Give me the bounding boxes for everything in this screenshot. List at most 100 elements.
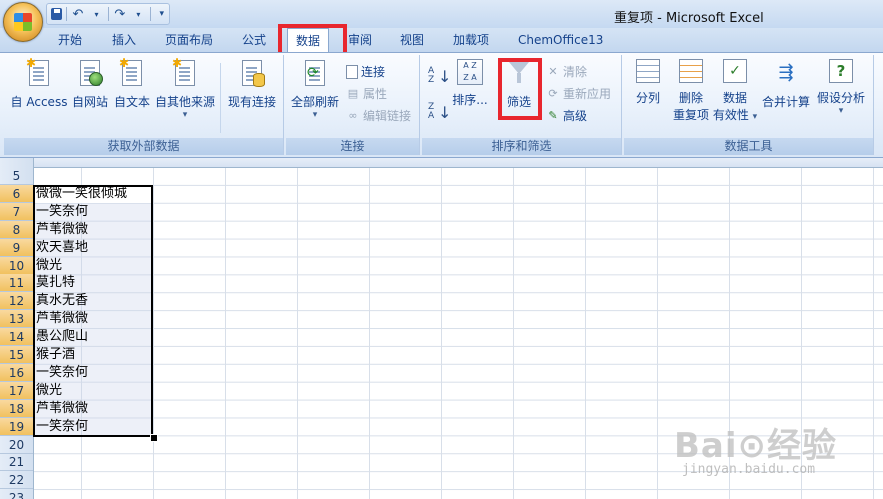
row-header[interactable]: 19 <box>0 417 33 436</box>
cell-a7[interactable]: 一笑奈何 <box>36 203 88 221</box>
from-web-button[interactable]: 自网站 <box>70 59 110 110</box>
filter-label: 筛选 <box>506 95 531 109</box>
row-header[interactable]: 22 <box>0 471 33 490</box>
what-if-analysis-button[interactable]: ? 假设分析 ▾ <box>814 59 868 116</box>
tab-review[interactable]: 审阅 <box>348 32 372 48</box>
tab-home[interactable]: 开始 <box>58 32 82 48</box>
ribbon: ✱ 自 Access 自网站 ✱ 自文本 ✱ 自其他来源 ▾ 现有连接 获取外部… <box>0 52 883 158</box>
spark-icon: ✱ <box>119 56 130 70</box>
from-access-button[interactable]: ✱ 自 Access <box>8 56 70 110</box>
save-icon[interactable] <box>51 8 62 20</box>
row-header[interactable]: 18 <box>0 399 33 418</box>
globe-icon <box>89 72 103 86</box>
connections-icon <box>346 64 358 79</box>
tab-view[interactable]: 视图 <box>400 32 424 48</box>
sort-button[interactable]: A ZZ A 排序... <box>450 59 490 108</box>
text-to-columns-button[interactable]: 分列 <box>628 59 668 106</box>
office-logo-icon <box>14 13 32 31</box>
undo-icon[interactable]: ↶ <box>71 6 85 22</box>
connections-button[interactable]: 连接 <box>346 63 385 80</box>
cell-a13[interactable]: 芦苇微微 <box>36 310 88 328</box>
cell-a16[interactable]: 一笑奈何 <box>36 364 88 382</box>
tab-chemoffice[interactable]: ChemOffice13 <box>518 32 603 48</box>
row-header[interactable]: 10 <box>0 256 33 275</box>
tab-add-ins[interactable]: 加载项 <box>453 32 489 48</box>
cell-a14[interactable]: 愚公爬山 <box>36 328 88 346</box>
from-web-label: 自网站 <box>71 95 108 109</box>
row-header[interactable]: 5 <box>0 167 33 185</box>
quick-access-toolbar: ↶ ▾ ↷ ▾ ▾ <box>46 3 170 25</box>
reapply-label: 重新应用 <box>563 87 612 101</box>
refresh-icon: ⟳ <box>307 65 319 81</box>
qat-separator <box>149 7 151 21</box>
sort-z-to-a-button[interactable]: Z A <box>428 103 434 121</box>
cell-a19[interactable]: 一笑奈何 <box>36 418 88 436</box>
data-validation-label-line1: 数据 <box>722 91 747 105</box>
dropdown-caret-icon: ▾ <box>182 110 188 120</box>
remove-duplicates-label-line2: 重复项 <box>672 108 709 122</box>
cell-a18[interactable]: 芦苇微微 <box>36 400 88 418</box>
sort-a-to-z-button[interactable]: A Z <box>428 67 434 85</box>
watermark-logo: Bai⊙经验 <box>674 426 838 466</box>
remove-duplicates-icon <box>679 59 703 83</box>
row-header[interactable]: 11 <box>0 274 33 293</box>
tab-page-layout[interactable]: 页面布局 <box>165 32 213 48</box>
row-header[interactable]: 13 <box>0 310 33 329</box>
row-header[interactable]: 23 <box>0 489 33 499</box>
row-header[interactable]: 16 <box>0 363 33 382</box>
row-header[interactable]: 7 <box>0 202 33 221</box>
sort-label: 排序... <box>452 93 488 107</box>
advanced-filter-button[interactable]: ✎ 高级 <box>546 107 587 124</box>
row-header[interactable]: 6 <box>0 184 33 203</box>
dropdown-caret-icon: ▾ <box>838 106 844 116</box>
reapply-button[interactable]: ⟳ 重新应用 <box>546 85 611 102</box>
from-other-sources-button[interactable]: ✱ 自其他来源 ▾ <box>154 56 216 120</box>
refresh-all-button[interactable]: ⟳ 全部刷新 ▾ <box>288 59 342 120</box>
clear-filter-button[interactable]: ✕ 清除 <box>546 63 587 80</box>
consolidate-icon: ⇶ <box>778 62 794 83</box>
redo-icon[interactable]: ↷ <box>113 6 127 22</box>
tab-data[interactable]: 数据 <box>287 28 330 53</box>
remove-duplicates-label-line1: 删除 <box>678 91 703 105</box>
watermark-url: jingyan.baidu.com <box>682 462 816 477</box>
remove-duplicates-button[interactable]: 删除 重复项 <box>668 59 714 123</box>
redo-dropdown-icon[interactable]: ▾ <box>131 6 145 22</box>
cell-a17[interactable]: 微光 <box>36 382 62 400</box>
fill-handle[interactable] <box>150 434 158 442</box>
tab-formulas[interactable]: 公式 <box>242 32 266 48</box>
cell-a11[interactable]: 莫扎特 <box>36 274 75 292</box>
existing-connections-button[interactable]: 现有连接 <box>224 59 280 110</box>
row-header[interactable]: 21 <box>0 453 33 472</box>
customize-qat-icon[interactable]: ▾ <box>155 6 169 22</box>
row-header[interactable]: 8 <box>0 220 33 239</box>
cell-a8[interactable]: 芦苇微微 <box>36 221 88 239</box>
data-validation-button[interactable]: ✓ 数据 有效性 ▾ <box>712 59 758 123</box>
consolidate-button[interactable]: ⇶ 合并计算 <box>760 59 812 110</box>
title-bar: ↶ ▾ ↷ ▾ ▾ 重复项 - Microsoft Excel <box>0 0 883 42</box>
cell-a15[interactable]: 猴子酒 <box>36 346 75 364</box>
cell-a10[interactable]: 微光 <box>36 257 62 275</box>
row-header[interactable]: 12 <box>0 292 33 311</box>
consolidate-label: 合并计算 <box>761 95 810 109</box>
cell-a9[interactable]: 欢天喜地 <box>36 239 88 257</box>
database-icon <box>253 73 265 87</box>
from-text-button[interactable]: ✱ 自文本 <box>112 56 152 110</box>
cell-a6[interactable]: 微微一笑很倾城 <box>36 185 127 203</box>
row-header[interactable]: 14 <box>0 328 33 347</box>
properties-button[interactable]: ▤ 属性 <box>346 85 387 102</box>
row-header[interactable]: 15 <box>0 346 33 364</box>
undo-dropdown-icon[interactable]: ▾ <box>89 6 103 22</box>
filter-button[interactable]: 筛选 <box>498 59 540 110</box>
clear-filter-icon: ✕ <box>548 65 558 78</box>
edit-links-button[interactable]: ∞ 编辑链接 <box>346 107 411 124</box>
row-header[interactable]: 17 <box>0 381 33 400</box>
row-header[interactable]: 9 <box>0 238 33 257</box>
row-header[interactable]: 20 <box>0 436 33 454</box>
funnel-stem <box>517 73 521 83</box>
cell-a12[interactable]: 真水无香 <box>36 292 88 310</box>
office-button[interactable] <box>3 2 43 42</box>
tab-insert[interactable]: 插入 <box>112 32 136 48</box>
clear-label: 清除 <box>563 65 588 79</box>
column-header-strip <box>33 158 883 168</box>
properties-label: 属性 <box>363 87 388 101</box>
